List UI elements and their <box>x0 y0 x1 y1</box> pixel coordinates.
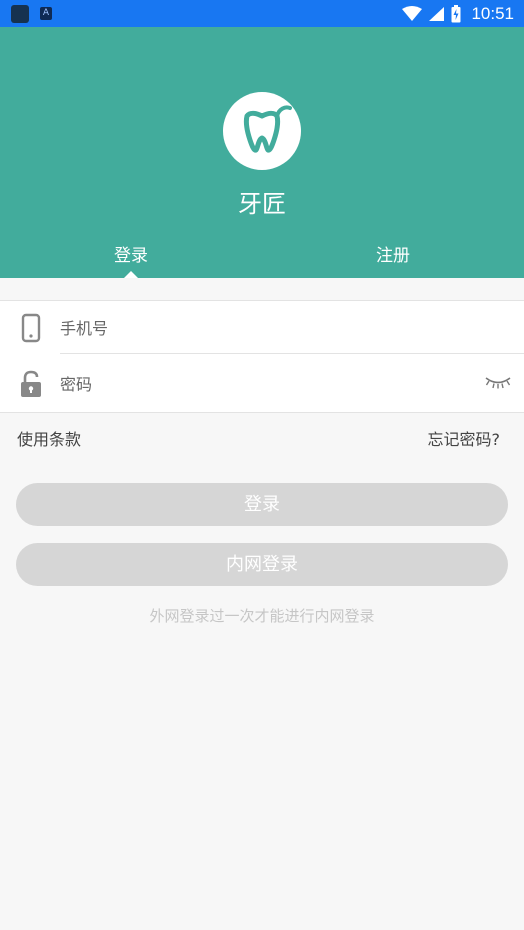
status-indicators: 10:51 <box>402 0 514 27</box>
phone-icon <box>21 313 41 343</box>
a-notification-icon: A <box>40 7 52 20</box>
battery-icon <box>451 4 461 22</box>
status-bar: A 10:51 <box>0 0 524 27</box>
app-name: 牙匠 <box>238 190 286 218</box>
cell-signal-icon <box>429 6 445 21</box>
phone-row <box>0 301 524 357</box>
wifi-icon <box>402 5 423 21</box>
intranet-hint: 外网登录过一次才能进行内网登录 <box>149 607 375 625</box>
app-logo <box>223 92 301 170</box>
row-divider <box>60 353 524 354</box>
login-form <box>0 300 524 413</box>
lock-icon <box>21 370 41 397</box>
password-input[interactable] <box>60 367 470 401</box>
password-row <box>0 357 524 413</box>
tooth-logo-icon <box>243 105 292 153</box>
phone-input[interactable] <box>60 311 470 345</box>
eye-closed-icon[interactable] <box>484 373 512 393</box>
tab-register[interactable]: 注册 <box>262 241 524 266</box>
terms-link[interactable]: 使用条款 <box>17 426 81 450</box>
app-header: 牙匠 登录 注册 <box>0 27 524 278</box>
link-row: 使用条款 忘记密码? <box>0 426 524 450</box>
forgot-password-link[interactable]: 忘记密码? <box>428 426 501 450</box>
active-tab-indicator <box>124 271 138 278</box>
login-button[interactable]: 登录 <box>16 483 508 526</box>
clock: 10:51 <box>471 3 514 23</box>
app-notification-icon <box>11 5 29 23</box>
tab-login[interactable]: 登录 <box>0 241 262 266</box>
intranet-login-button[interactable]: 内网登录 <box>16 543 508 586</box>
